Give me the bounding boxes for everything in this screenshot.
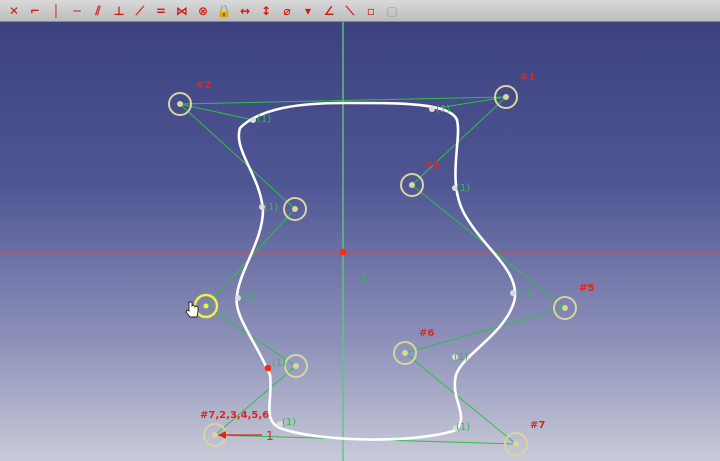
perpendicular-constraint-icon[interactable]: ⊥: [109, 1, 129, 21]
constraint-label: (1): [454, 352, 468, 363]
pole-5[interactable]: [553, 296, 577, 320]
parallel-constraint-icon[interactable]: ⫽: [88, 1, 108, 21]
pole-4[interactable]: [400, 173, 424, 197]
pole-label-2: #2: [196, 80, 211, 91]
horizontal-distance-icon[interactable]: ↔: [235, 1, 255, 21]
sketch-view-3d[interactable]: #1 #2 #4 #5 #6 #7 #7,2,3,4,5,6 (1) (1) (…: [0, 22, 720, 461]
constraint-label: (1): [240, 292, 254, 303]
equal-constraint-icon[interactable]: =: [151, 1, 171, 21]
constraint-label: (1): [257, 114, 271, 125]
pole-6[interactable]: [393, 341, 417, 365]
angle-constraint-icon[interactable]: ∠: [319, 1, 339, 21]
lock-constraint-icon[interactable]: 🔒: [214, 1, 234, 21]
constraint-label: (1): [264, 202, 278, 213]
symmetric-constraint-icon[interactable]: ⋈: [172, 1, 192, 21]
origin-point[interactable]: [339, 248, 347, 256]
radius-dropdown-icon[interactable]: ▾: [298, 1, 318, 21]
radius-constraint-icon[interactable]: ⌀: [277, 1, 297, 21]
toggle-active-icon[interactable]: ▢: [382, 1, 402, 21]
origin-dimension-label: 1: [266, 429, 274, 443]
pole-3[interactable]: [283, 197, 307, 221]
bspline-curve[interactable]: [235, 101, 517, 441]
bspline-poles[interactable]: [168, 85, 577, 456]
pole-label-7: #7: [530, 420, 545, 431]
refraction-constraint-icon[interactable]: ⟍: [340, 1, 360, 21]
constraint-label: (1): [516, 288, 530, 299]
horizontal-constraint-icon[interactable]: ─: [67, 1, 87, 21]
pole-8[interactable]: [284, 354, 308, 378]
tangent-constraint-icon[interactable]: ⟋: [130, 1, 150, 21]
vertical-constraint-icon[interactable]: │: [46, 1, 66, 21]
pole-label-6: #6: [419, 328, 434, 339]
axis-dimension-label: 3: [360, 271, 367, 284]
block-constraint-icon[interactable]: ⊗: [193, 1, 213, 21]
point-on-object-constraint-icon[interactable]: ⌐: [25, 1, 45, 21]
constraint-label: (1): [282, 417, 296, 428]
selected-knot-point[interactable]: [264, 364, 272, 372]
pole-label-origin: #7,2,3,4,5,6: [200, 410, 269, 421]
sketcher-constraints-toolbar: ✕ ⌐ │ ─ ⫽ ⊥ ⟋ = ⋈ ⊗ 🔒 ↔ ↕ ⌀ ▾ ∠ ⟍ ▫ ▢: [0, 0, 720, 22]
vertical-distance-icon[interactable]: ↕: [256, 1, 276, 21]
coincident-constraint-icon[interactable]: ✕: [4, 1, 24, 21]
pole-label-1: #1: [520, 72, 535, 83]
constraint-label: (1): [456, 183, 470, 194]
constraint-label: (1): [456, 422, 470, 433]
constraint-label: (1): [436, 104, 450, 115]
toggle-driving-icon[interactable]: ▫: [361, 1, 381, 21]
constraint-label: (1): [272, 358, 286, 369]
pole-selected[interactable]: [193, 293, 219, 319]
pole-label-4: #4: [424, 160, 439, 171]
pole-label-5: #5: [579, 283, 594, 294]
